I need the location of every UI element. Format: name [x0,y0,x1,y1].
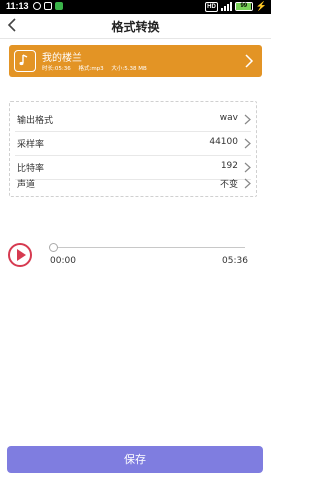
song-meta: 时长:05:36 格式:mp3 大小:5.38 MB [42,64,153,72]
hd-badge: HD [205,1,218,12]
header-divider [0,38,271,39]
settings-panel: 输出格式 wav 采样率 44100 比特率 192 声道 不变 [9,101,257,197]
song-name: 我的楼兰 [42,53,82,64]
chevron-right-icon [244,138,251,149]
setting-label: 输出格式 [17,116,54,126]
progress-thumb[interactable] [49,243,58,252]
setting-label: 采样率 [17,140,45,150]
setting-value: 44100 [209,137,238,147]
status-right: HD 99 ⚡ [205,1,267,12]
setting-label: 声道 [17,180,36,190]
total-time: 05:36 [222,256,248,266]
chevron-right-icon [244,114,251,125]
signal-icon [220,2,232,11]
status-bar: 11:13 HD 99 ⚡ [0,0,271,14]
notification-icons [33,2,63,10]
play-button[interactable] [8,243,32,267]
alarm-icon [33,2,41,10]
setting-value: wav [219,113,238,123]
setting-row-samplerate[interactable]: 采样率 44100 [10,132,256,155]
page-title: 格式转换 [111,20,160,34]
setting-value: 不变 [219,180,238,190]
song-size: 大小:5.38 MB [111,66,147,72]
song-format: 格式:mp3 [78,66,104,72]
chevron-right-icon [245,54,254,68]
battery-level: 99 [240,3,248,9]
song-card[interactable]: 我的楼兰 时长:05:36 格式:mp3 大小:5.38 MB [9,45,262,77]
current-time: 00:00 [50,256,76,266]
music-note-icon [14,50,36,72]
progress-slider[interactable] [53,247,245,248]
chevron-right-icon [244,178,251,189]
song-duration: 时长:05:36 [42,66,71,72]
setting-row-channel[interactable]: 声道 不变 [10,172,256,195]
header: 格式转换 [0,14,271,38]
setting-row-output[interactable]: 输出格式 wav [10,108,256,131]
wechat-icon [55,2,63,10]
status-time: 11:13 [6,1,29,11]
save-button[interactable]: 保存 [7,446,263,473]
battery-icon: 99 [234,2,253,11]
setting-value: 192 [220,161,238,171]
notification-icon [44,2,52,10]
play-icon [17,249,26,261]
charging-icon: ⚡ [255,1,267,11]
